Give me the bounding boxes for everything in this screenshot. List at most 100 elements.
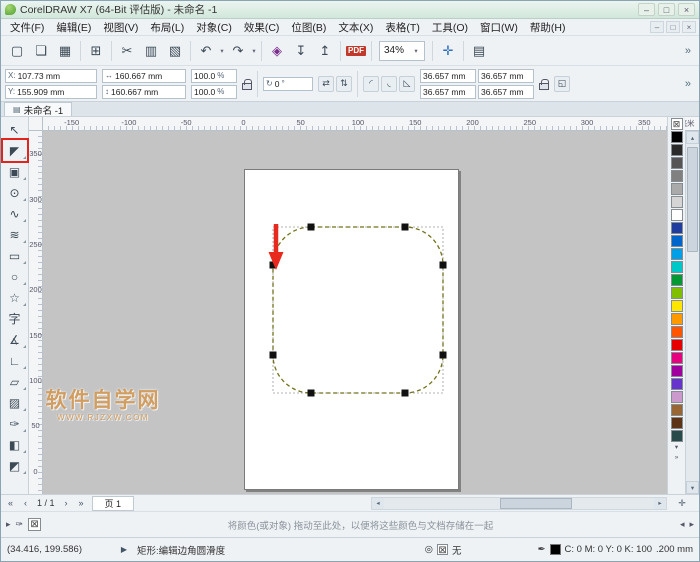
menu-effects[interactable]: 效果(C): [238, 20, 286, 35]
color-eyedropper-tool[interactable]: ✑: [3, 413, 27, 434]
cut-button[interactable]: ✂: [115, 39, 139, 63]
transparency-tool[interactable]: ▨: [3, 392, 27, 413]
rectangle-tool[interactable]: ▭: [3, 245, 27, 266]
redo-dropdown-icon[interactable]: ▾: [250, 47, 258, 55]
freehand-tool[interactable]: ∿: [3, 203, 27, 224]
menu-window[interactable]: 窗口(W): [474, 20, 524, 35]
connector-tool[interactable]: ∟: [3, 350, 27, 371]
dimension-tool[interactable]: ∡: [3, 329, 27, 350]
zoom-level-combo[interactable]: 34% ▾: [379, 40, 426, 61]
edit-corners-together-icon[interactable]: [539, 79, 549, 90]
next-page-button[interactable]: ›: [59, 498, 74, 508]
palette-swatch[interactable]: [670, 209, 683, 221]
corner-radius-top-right-field[interactable]: 36.657 mm: [478, 68, 534, 83]
publish-pdf-button[interactable]: PDF: [344, 39, 368, 63]
copy-button[interactable]: ▥: [139, 39, 163, 63]
undo-dropdown-icon[interactable]: ▾: [218, 47, 226, 55]
object-y-field[interactable]: Y: 155.909 mm: [5, 84, 97, 99]
rounded-rectangle-shape[interactable]: [272, 226, 444, 394]
search-content-button[interactable]: ◈: [265, 39, 289, 63]
scroll-down-icon[interactable]: ▾: [686, 481, 699, 494]
minimize-button[interactable]: –: [638, 3, 655, 16]
corner-node-right-bottom[interactable]: [439, 351, 447, 359]
palette-swatch[interactable]: [670, 196, 683, 208]
menu-object[interactable]: 对象(C): [190, 20, 238, 35]
rotation-field[interactable]: ↻ 0 °: [263, 76, 313, 91]
drop-shadow-tool[interactable]: ▱: [3, 371, 27, 392]
mirror-vertical-button[interactable]: ⇅: [336, 75, 352, 92]
outline-color-swatch[interactable]: [549, 544, 561, 555]
status-expand-icon[interactable]: ▶: [117, 545, 131, 554]
palette-swatch[interactable]: [670, 170, 683, 182]
corner-node-top-right[interactable]: [401, 223, 409, 231]
palette-swatch[interactable]: [670, 352, 683, 364]
palette-swatch[interactable]: [670, 157, 683, 169]
menu-table[interactable]: 表格(T): [379, 20, 425, 35]
menu-file[interactable]: 文件(F): [4, 20, 50, 35]
last-page-button[interactable]: »: [74, 498, 89, 508]
full-screen-preview-button[interactable]: ✛: [436, 39, 460, 63]
pick-tool[interactable]: ↖: [3, 119, 27, 140]
palette-swatch[interactable]: [670, 391, 683, 403]
vertical-scrollbar[interactable]: ▴ ▾: [685, 131, 699, 494]
corner-radius-bottom-right-field[interactable]: 36.657 mm: [478, 84, 534, 99]
document-palette-eyedropper-icon[interactable]: ✑: [16, 519, 24, 530]
scroll-up-icon[interactable]: ▴: [686, 131, 699, 144]
palette-swatch[interactable]: [670, 287, 683, 299]
palette-swatch[interactable]: [670, 222, 683, 234]
drawing-canvas[interactable]: 软件自学网 WWW.RJZXW.COM: [43, 131, 669, 494]
palette-swatch[interactable]: [670, 417, 683, 429]
menu-edit[interactable]: 编辑(E): [50, 20, 97, 35]
redo-button[interactable]: ↷: [226, 39, 250, 63]
no-color-swatch[interactable]: ⊠: [670, 118, 683, 130]
mirror-horizontal-button[interactable]: ⇄: [318, 75, 334, 92]
scroll-right-icon[interactable]: ▸: [654, 497, 666, 509]
paste-button[interactable]: ▧: [163, 39, 187, 63]
undo-button[interactable]: ↶: [194, 39, 218, 63]
corner-radius-top-left-field[interactable]: 36.657 mm: [420, 68, 476, 83]
menu-help[interactable]: 帮助(H): [524, 20, 572, 35]
palette-scroll-down-icon[interactable]: ▾: [671, 443, 683, 452]
polygon-tool[interactable]: ☆: [3, 287, 27, 308]
corner-node-bottom-left[interactable]: [307, 389, 315, 397]
show-rulers-button[interactable]: ▤: [467, 39, 491, 63]
new-document-button[interactable]: ▢: [5, 39, 29, 63]
object-width-field[interactable]: ↔ 160.667 mm: [102, 68, 186, 83]
horizontal-scroll-thumb[interactable]: [500, 497, 572, 509]
menu-layout[interactable]: 布局(L): [144, 20, 190, 35]
page-1-tab[interactable]: 页 1: [91, 495, 135, 511]
menu-view[interactable]: 视图(V): [97, 20, 144, 35]
property-bar-overflow-button[interactable]: »: [681, 78, 695, 90]
document-palette-left-icon[interactable]: ◂: [680, 519, 685, 530]
scale-h-field[interactable]: 100.0 %: [191, 68, 237, 83]
toolbar-overflow-button[interactable]: »: [681, 45, 695, 57]
zoom-tool[interactable]: ⊙: [3, 182, 27, 203]
object-x-field[interactable]: X: 107.73 mm: [5, 68, 97, 83]
first-page-button[interactable]: «: [3, 498, 18, 508]
palette-swatch[interactable]: [670, 430, 683, 442]
palette-swatch[interactable]: [670, 248, 683, 260]
doc-restore-button[interactable]: □: [666, 21, 680, 33]
palette-swatch[interactable]: [670, 144, 683, 156]
ruler-origin-corner[interactable]: [29, 117, 43, 131]
doc-minimize-button[interactable]: –: [650, 21, 664, 33]
menu-tools[interactable]: 工具(O): [426, 20, 474, 35]
corner-node-right-top[interactable]: [439, 261, 447, 269]
crop-tool[interactable]: ▣: [3, 161, 27, 182]
palette-swatch[interactable]: [670, 261, 683, 273]
text-tool[interactable]: 字: [3, 308, 27, 329]
palette-swatch[interactable]: [670, 326, 683, 338]
fill-none-swatch[interactable]: ⊠: [437, 544, 449, 556]
palette-swatch[interactable]: [670, 235, 683, 247]
document-tab[interactable]: ▤ 未命名 -1: [4, 102, 73, 117]
object-height-field[interactable]: ↕ 160.667 mm: [102, 84, 186, 99]
corner-radius-bottom-left-field[interactable]: 36.657 mm: [420, 84, 476, 99]
navigator-button[interactable]: ✛: [667, 498, 697, 509]
scroll-left-icon[interactable]: ◂: [372, 497, 384, 509]
palette-swatch[interactable]: [670, 131, 683, 143]
horizontal-scrollbar[interactable]: ◂ ▸: [371, 496, 667, 510]
palette-flyout-icon[interactable]: »: [671, 453, 683, 462]
artistic-media-tool[interactable]: ≋: [3, 224, 27, 245]
palette-swatch[interactable]: [670, 378, 683, 390]
palette-swatch[interactable]: [670, 339, 683, 351]
